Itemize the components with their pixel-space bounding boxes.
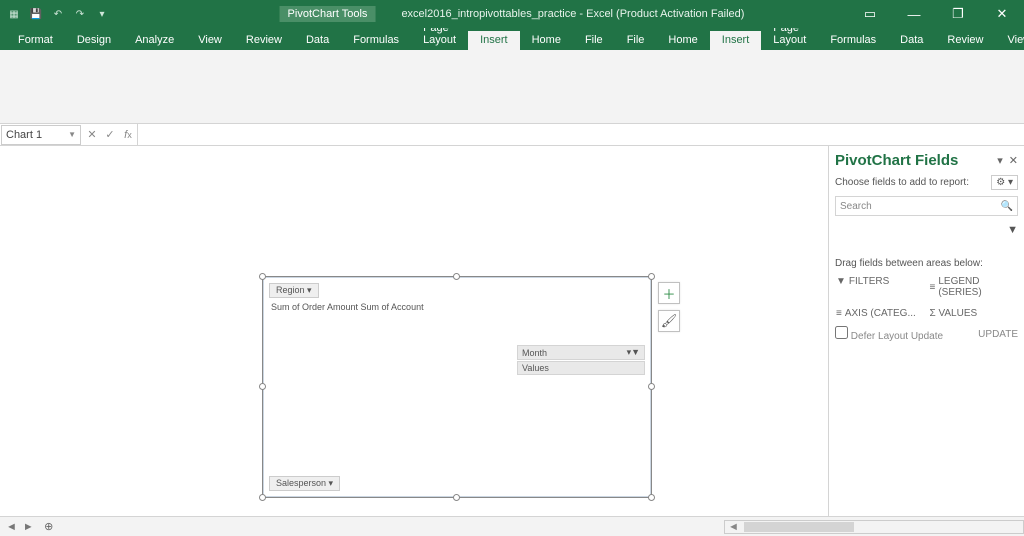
tab-review[interactable]: Review (234, 31, 294, 50)
filter-icon: ▼ (836, 276, 846, 287)
axis-icon: ≡ (836, 308, 842, 319)
tab-view[interactable]: View (186, 31, 234, 50)
ribbon (0, 50, 1024, 124)
pivotchart-fields-pane: PivotChart Fields ▾ ✕ Choose fields to a… (828, 146, 1024, 516)
qat-customize-icon[interactable]: ▾ (94, 6, 110, 22)
chevron-down-icon[interactable]: ▼ (68, 130, 76, 139)
pivot-chart[interactable]: Region ▾ Sum of Order Amount Sum of Acco… (262, 276, 652, 498)
tab-view[interactable]: View (995, 31, 1024, 50)
legend-month-header[interactable]: Month▾▼ (517, 345, 645, 360)
tab-format[interactable]: Format (6, 31, 65, 50)
enter-formula-icon[interactable]: ✓ (101, 128, 119, 141)
ribbon-tabs: FormatDesignAnalyzeViewReviewDataFormula… (0, 28, 1024, 50)
taskpane-close-icon[interactable]: ✕ (1009, 154, 1018, 167)
chart-salesperson-filter[interactable]: Salesperson ▾ (269, 476, 340, 491)
tab-file[interactable]: File (615, 31, 657, 50)
tab-data[interactable]: Data (294, 31, 341, 50)
close-icon[interactable]: ✕ (980, 0, 1024, 28)
chart-styles-button[interactable]: 🖌 (658, 310, 680, 332)
sheet-next-icon[interactable]: ► (23, 521, 34, 533)
choose-fields-label: Choose fields to add to report: (835, 177, 969, 188)
qat-save-icon[interactable]: 💾 (28, 6, 44, 22)
worksheet-grid[interactable]: Region ▾ Sum of Order Amount Sum of Acco… (0, 146, 828, 516)
tab-design[interactable]: Design (65, 31, 123, 50)
fx-icon[interactable]: fx (119, 129, 137, 141)
month-filter-icon[interactable]: ▼ (1007, 224, 1018, 236)
minimize-icon[interactable]: — (892, 0, 936, 28)
tab-review[interactable]: Review (935, 31, 995, 50)
legend-area[interactable]: ≡LEGEND (SERIES) (929, 273, 1019, 301)
taskpane-title: PivotChart Fields (835, 152, 958, 169)
fields-gear-button[interactable]: ⚙ ▾ (991, 175, 1018, 190)
tab-formulas[interactable]: Formulas (818, 31, 888, 50)
chart-region-filter[interactable]: Region ▾ (269, 283, 319, 298)
defer-layout-checkbox[interactable]: Defer Layout Update (835, 326, 943, 342)
tab-data[interactable]: Data (888, 31, 935, 50)
add-sheet-button[interactable]: ⊕ (40, 520, 58, 533)
contextual-tab-label: PivotChart Tools (280, 6, 376, 22)
sheet-tab-bar: ◄ ► ⊕ ◄ (0, 516, 1024, 536)
chart-legend: Month▾▼ Values (517, 345, 645, 376)
taskpane-dropdown-icon[interactable]: ▾ (997, 154, 1003, 167)
chart-plot-area[interactable] (269, 311, 497, 427)
tab-home[interactable]: Home (656, 31, 709, 50)
values-area[interactable]: Σ VALUES (929, 305, 1019, 322)
update-button[interactable]: UPDATE (978, 329, 1018, 340)
titlebar: ▦ 💾 ↶ ↷ ▾ PivotChart Tools excel2016_int… (0, 0, 1024, 28)
cancel-formula-icon[interactable]: ✕ (83, 128, 101, 141)
tab-file[interactable]: File (573, 31, 615, 50)
document-title: excel2016_intropivottables_practice - Ex… (401, 8, 744, 20)
filters-area[interactable]: ▼FILTERS (835, 273, 925, 301)
horizontal-scrollbar[interactable]: ◄ (724, 520, 1024, 534)
tab-analyze[interactable]: Analyze (123, 31, 186, 50)
tab-formulas[interactable]: Formulas (341, 31, 411, 50)
undo-icon[interactable]: ↶ (50, 6, 66, 22)
legend-values-header[interactable]: Values (517, 361, 645, 375)
chart-elements-button[interactable]: ＋ (658, 282, 680, 304)
tab-insert[interactable]: Insert (710, 31, 762, 50)
formula-bar-row: Chart 1▼ ✕ ✓ fx (0, 124, 1024, 146)
fields-search-input[interactable]: Search 🔍 (835, 196, 1018, 216)
filter-icon[interactable]: ▾▼ (627, 347, 640, 358)
tab-home[interactable]: Home (520, 31, 573, 50)
qat-app-icon[interactable]: ▦ (6, 6, 22, 22)
sheet-prev-icon[interactable]: ◄ (6, 521, 17, 533)
name-box[interactable]: Chart 1▼ (1, 125, 81, 145)
axis-area[interactable]: ≡AXIS (CATEG... (835, 305, 925, 322)
redo-icon[interactable]: ↷ (72, 6, 88, 22)
ribbon-options-icon[interactable]: ▭ (848, 0, 892, 28)
maximize-icon[interactable]: ❐ (936, 0, 980, 28)
formula-bar[interactable] (137, 124, 1024, 145)
tab-insert[interactable]: Insert (468, 31, 520, 50)
search-icon: 🔍 (1001, 201, 1013, 212)
drag-fields-label: Drag fields between areas below: (835, 258, 1018, 269)
legend-icon: ≡ (930, 282, 936, 293)
